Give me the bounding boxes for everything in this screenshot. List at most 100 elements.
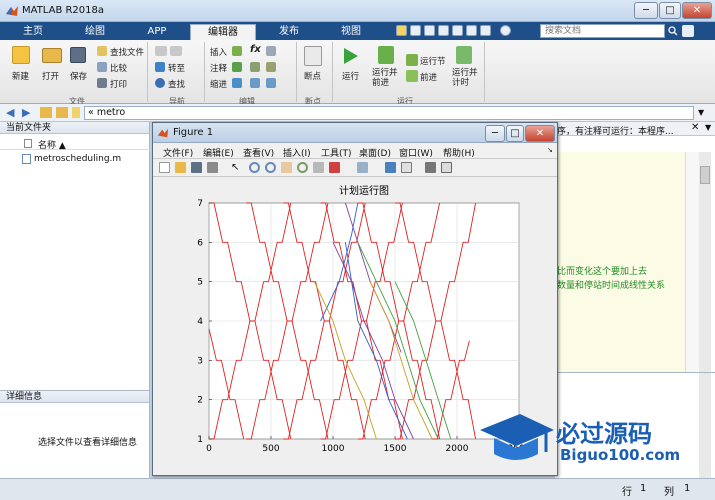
comment-percent-icon[interactable] (232, 62, 242, 72)
save-quick-icon[interactable] (396, 25, 407, 36)
tab-editor[interactable]: 编辑器 (190, 24, 256, 40)
tab-home[interactable]: 主页 (4, 24, 62, 40)
new-button[interactable]: 新建 (12, 70, 29, 82)
save-button[interactable]: 保存 (70, 70, 87, 82)
compare-button[interactable]: 比较 (110, 62, 127, 74)
data-cursor-icon[interactable] (313, 162, 324, 173)
menu-tools[interactable]: 工具(T) (321, 146, 352, 159)
fx-button[interactable]: fx (250, 44, 261, 55)
editor-close-icon[interactable]: ✕ (691, 122, 699, 133)
uncomment-icon[interactable] (250, 62, 260, 72)
back-nav-icon[interactable] (155, 46, 167, 56)
back-arrow-icon[interactable]: ◀ (6, 106, 14, 119)
run-icon[interactable] (342, 46, 360, 66)
up-folder-icon[interactable] (40, 107, 52, 118)
tab-publish[interactable]: 发布 (260, 24, 318, 40)
ribbon-divider (147, 42, 148, 102)
legend-icon[interactable] (401, 162, 412, 173)
pointer-icon[interactable]: ↖ (231, 162, 242, 173)
figure-maximize-button[interactable]: □ (506, 125, 524, 142)
breakpoint-button[interactable]: 断点 (304, 70, 321, 82)
indent-button[interactable]: 缩进 (210, 78, 227, 90)
breakpoint-icon[interactable] (304, 46, 322, 66)
user-account-icon[interactable] (682, 25, 694, 37)
figure-toolbar: ↖ (153, 159, 557, 177)
colorbar-icon[interactable] (385, 162, 396, 173)
new-figure-icon[interactable] (159, 162, 170, 173)
run-advance-button[interactable]: 运行并 前进 (372, 68, 398, 88)
editor-scrollbar[interactable] (699, 152, 711, 372)
path-dropdown-icon[interactable]: ▼ (698, 108, 704, 117)
zoom-out-icon[interactable] (265, 162, 276, 173)
goto-button[interactable]: 转至 (168, 62, 185, 74)
menu-view[interactable]: 查看(V) (243, 146, 274, 159)
insert-button[interactable]: 插入 (210, 46, 227, 58)
list-item[interactable]: metroscheduling.m (0, 152, 150, 166)
redo-quick-icon[interactable] (466, 25, 477, 36)
run-time-button[interactable]: 运行并 计时 (452, 68, 478, 88)
menu-insert[interactable]: 插入(I) (283, 146, 311, 159)
help-icon[interactable] (500, 25, 511, 36)
menu-desktop[interactable]: 桌面(D) (359, 146, 391, 159)
code-area[interactable]: 比而变化这个要加上去 数量和停站时间成线性关系 (555, 152, 685, 372)
open-folder-icon[interactable] (42, 48, 62, 63)
scrollbar-thumb[interactable] (700, 166, 710, 184)
figure-minimize-button[interactable]: ─ (485, 125, 505, 142)
menu-file[interactable]: 文件(F) (163, 146, 193, 159)
paste-quick-icon[interactable] (438, 25, 449, 36)
decrease-indent-icon[interactable] (266, 78, 276, 88)
run-section-button[interactable]: 运行节 (420, 55, 446, 67)
insert-section-icon[interactable] (232, 46, 242, 56)
save-icon[interactable] (70, 47, 86, 63)
save-figure-icon[interactable] (191, 162, 202, 173)
find-button[interactable]: 查找 (168, 78, 185, 90)
menu-dock-icon[interactable]: ↘ (547, 146, 553, 154)
insert-function-icon[interactable] (266, 46, 276, 56)
increase-indent-icon[interactable] (250, 78, 260, 88)
brush-icon[interactable] (329, 162, 340, 173)
find-files-button[interactable]: 查找文件 (110, 46, 144, 58)
editor-menu-icon[interactable]: ▼ (705, 123, 711, 132)
rotate-icon[interactable] (297, 162, 308, 173)
maximize-button[interactable]: □ (659, 2, 681, 19)
switch-window-icon[interactable] (480, 25, 491, 36)
browse-folder-icon[interactable] (56, 107, 68, 118)
name-column-header[interactable]: 名称 ▲ (38, 138, 66, 151)
search-input[interactable]: 搜索文档 (540, 24, 665, 38)
print-button[interactable]: 打印 (110, 78, 127, 90)
cut-quick-icon[interactable] (410, 25, 421, 36)
advance-button[interactable]: 前进 (420, 71, 437, 83)
hide-plot-tools-icon[interactable] (425, 162, 436, 173)
figure-close-button[interactable]: ✕ (525, 125, 555, 142)
tab-view[interactable]: 视图 (322, 24, 380, 40)
pan-icon[interactable] (281, 162, 292, 173)
comment-button[interactable]: 注释 (210, 62, 227, 74)
undo-quick-icon[interactable] (452, 25, 463, 36)
tab-plots[interactable]: 绘图 (66, 24, 124, 40)
open-button[interactable]: 打开 (42, 70, 59, 82)
open-file-icon[interactable] (175, 162, 186, 173)
menu-window[interactable]: 窗口(W) (399, 146, 433, 159)
tab-apps[interactable]: APP (128, 24, 186, 40)
menu-edit[interactable]: 编辑(E) (203, 146, 234, 159)
link-plot-icon[interactable] (357, 162, 368, 173)
zoom-in-icon[interactable] (249, 162, 260, 173)
copy-quick-icon[interactable] (424, 25, 435, 36)
search-icon[interactable] (668, 26, 678, 36)
run-advance-icon[interactable] (378, 46, 394, 64)
status-bar: 行 1 列 1 (0, 478, 715, 500)
current-folder-path[interactable]: « metro (84, 106, 694, 120)
forward-nav-icon[interactable] (170, 46, 182, 56)
close-button[interactable]: ✕ (682, 2, 712, 19)
new-file-icon[interactable] (12, 46, 30, 64)
wrap-comment-icon[interactable] (266, 62, 276, 72)
run-time-icon[interactable] (456, 46, 472, 64)
editor-tab-strip: 序，有注释可运行：本程序... ✕ ▼ (555, 122, 715, 137)
run-button[interactable]: 运行 (342, 70, 359, 82)
smart-indent-icon[interactable] (232, 78, 242, 88)
print-figure-icon[interactable] (207, 162, 218, 173)
menu-help[interactable]: 帮助(H) (443, 146, 475, 159)
forward-arrow-icon[interactable]: ▶ (22, 106, 30, 119)
minimize-button[interactable]: ─ (634, 2, 658, 19)
show-plot-tools-icon[interactable] (441, 162, 452, 173)
